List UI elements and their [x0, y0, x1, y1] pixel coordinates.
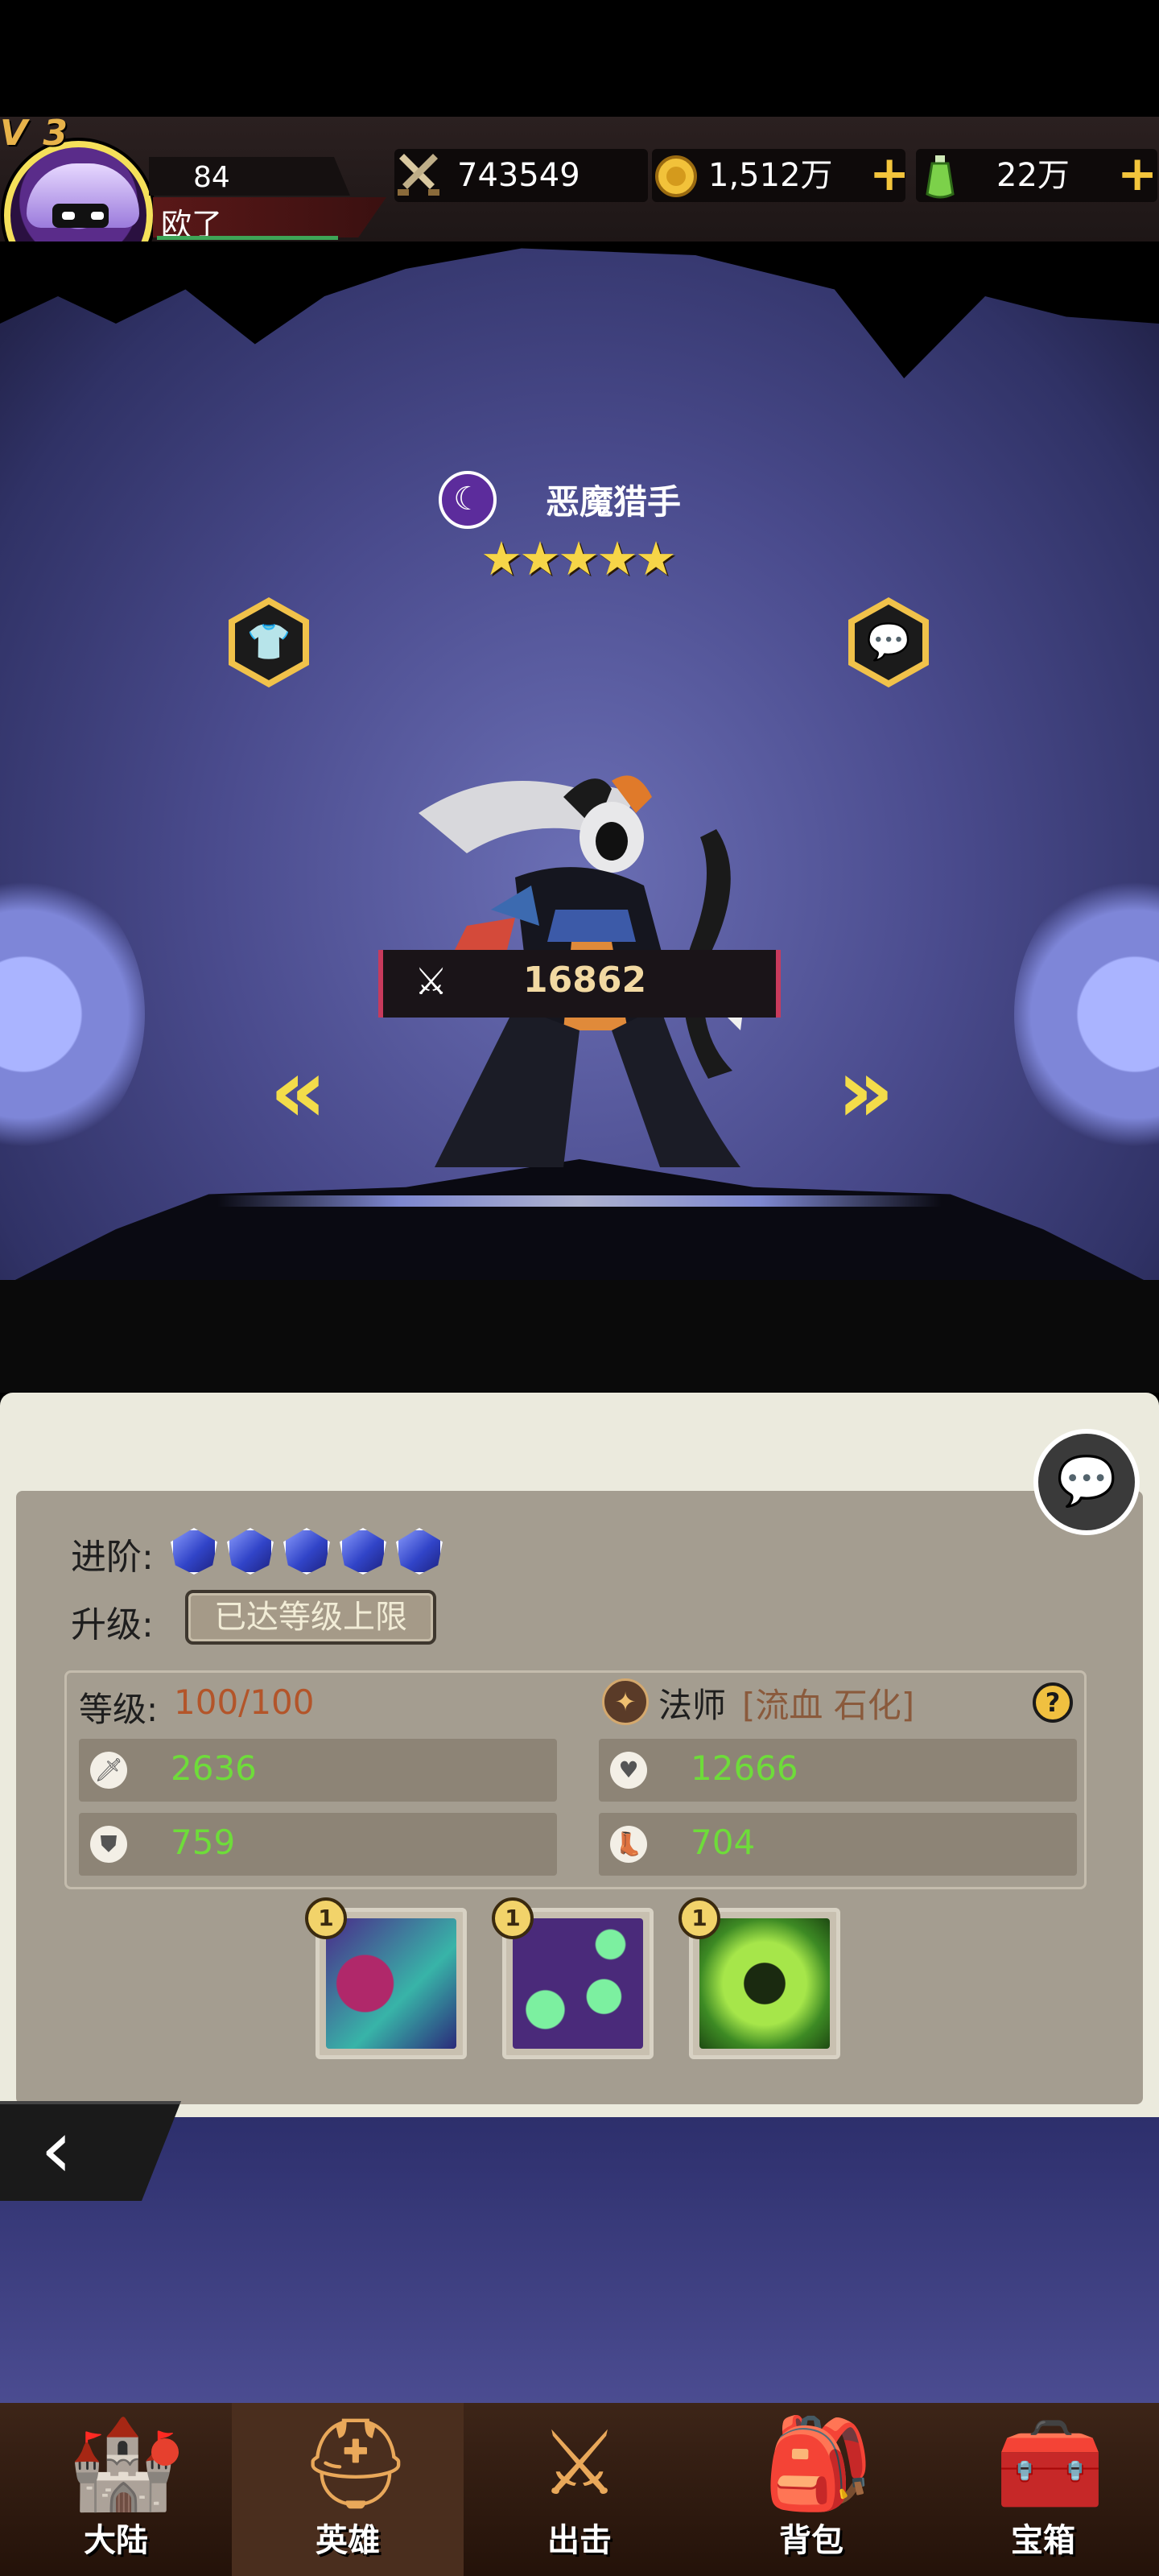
class-name: 法师 [658, 1686, 727, 1725]
chat-button[interactable]: 💬 [1033, 1429, 1140, 1535]
shield-icon: ⛊ [90, 1826, 127, 1863]
skill-level-badge: 1 [678, 1897, 720, 1939]
right-lantern [1014, 869, 1159, 1159]
potion-bottle-icon [926, 155, 955, 199]
combat-power-value: 16862 [523, 960, 647, 1001]
nav-label: 宝箱 [1011, 2522, 1075, 2559]
speech-bubble-icon: 💬 [855, 605, 922, 680]
upgrade-label: 升级: [71, 1604, 154, 1645]
attack-stat-row: 🗡 2636 [79, 1739, 557, 1802]
skill-slot-2[interactable]: 1 [492, 1897, 654, 2059]
defense-value: 759 [171, 1823, 236, 1862]
gold-resource: 1,512万 + [652, 149, 909, 202]
hero-stage: ☾ 恶魔猎手 ★★★★★ 👕 💬 « » ⚔ 16862 [0, 242, 1159, 1393]
nav-continent[interactable]: 🏰 大陆 [0, 2403, 232, 2576]
hero-chat-button[interactable]: 💬 [848, 597, 929, 687]
left-lantern [0, 869, 145, 1159]
crossed-swords-icon: ⚔ [415, 960, 448, 1003]
level-value: 100/100 [174, 1682, 315, 1722]
crossed-swords-icon [398, 154, 439, 196]
class-emblem-icon: ✦ [602, 1678, 649, 1725]
attack-value: 2636 [171, 1748, 257, 1788]
notification-dot [151, 2438, 179, 2466]
whirlwind-skill-icon [699, 1918, 830, 2049]
lightning-skill-icon [326, 1918, 456, 2049]
power-resource: 743549 [394, 149, 648, 202]
potion-value: 22万 [996, 157, 1070, 194]
helmet-icon: ⛑ [299, 2412, 412, 2515]
skill-level-badge: 1 [305, 1897, 347, 1939]
gold-value: 1,512万 [708, 157, 833, 194]
moon-icon: ☾ [439, 471, 497, 529]
level-label: 等级: [79, 1690, 159, 1729]
equipment-button[interactable]: 👕 [229, 597, 309, 687]
hero-stars: ★★★★★ [481, 531, 677, 586]
nav-chest[interactable]: 🧰 宝箱 [927, 2403, 1159, 2576]
health-value: 12666 [691, 1748, 798, 1788]
boot-icon: 👢 [610, 1826, 647, 1863]
max-level-button[interactable]: 已达等级上限 [185, 1590, 436, 1645]
defense-stat-row: ⛊ 759 [79, 1813, 557, 1876]
health-stat-row: ♥ 12666 [599, 1739, 1077, 1802]
sword-icon: 🗡 [90, 1752, 127, 1789]
chat-bubble-icon: 💬 [1056, 1453, 1117, 1509]
xp-bar [157, 236, 338, 240]
help-icon[interactable]: ? [1033, 1682, 1073, 1723]
speed-stat-row: 👢 704 [599, 1813, 1077, 1876]
power-value: 743549 [457, 157, 580, 194]
potion-resource: 22万 + [916, 149, 1157, 202]
nav-label: 大陆 [84, 2522, 148, 2559]
nav-label: 英雄 [316, 2522, 380, 2559]
advance-label: 进阶: [71, 1537, 154, 1578]
castle-icon: 🏰 [68, 2412, 178, 2515]
nav-heroes[interactable]: ⛑ 英雄 [232, 2403, 464, 2576]
skill-slot-3[interactable]: 1 [678, 1897, 840, 2059]
skill-level-badge: 1 [492, 1897, 534, 1939]
class-tags: [流血 石化] [742, 1686, 915, 1725]
nav-label: 出击 [547, 2522, 612, 2559]
vip-badge: V 3 [0, 113, 69, 154]
backpack-icon: 🎒 [763, 2412, 873, 2515]
heart-icon: ♥ [610, 1752, 647, 1789]
prev-hero-arrow-icon[interactable]: « [270, 1046, 327, 1135]
player-level: 84 [193, 161, 230, 194]
hero-name: 恶魔猎手 [546, 482, 682, 522]
player-level-box [149, 157, 350, 196]
shirt-icon: 👕 [235, 605, 303, 680]
nav-battle[interactable]: ⚔ 出击 [464, 2403, 695, 2576]
skill-slot-1[interactable]: 1 [305, 1897, 467, 2059]
nav-label: 背包 [779, 2522, 843, 2559]
poison-orb-skill-icon [513, 1918, 643, 2049]
add-potion-button[interactable]: + [1117, 149, 1157, 199]
crossed-swords-icon: ⚔ [539, 2412, 620, 2515]
next-hero-arrow-icon[interactable]: » [837, 1046, 894, 1135]
treasure-chest-icon: 🧰 [995, 2412, 1105, 2515]
back-arrow-icon: ‹ [40, 2102, 72, 2196]
nav-backpack[interactable]: 🎒 背包 [695, 2403, 927, 2576]
speed-value: 704 [691, 1823, 756, 1862]
add-gold-button[interactable]: + [869, 149, 909, 199]
gold-coin-icon [655, 155, 697, 197]
